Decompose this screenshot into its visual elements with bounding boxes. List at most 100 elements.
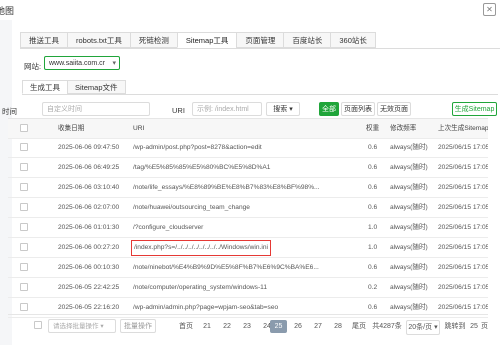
header-last-generated: 上次生成Sitemap时间 (438, 125, 488, 132)
row-frequency: always(随时) (390, 284, 428, 291)
pager-page[interactable]: 27 (309, 320, 327, 333)
page-unit: 页 (481, 323, 488, 330)
pager-total: 共4287条 (372, 323, 402, 330)
row-uri[interactable]: /?configure_cloudserver (133, 218, 361, 237)
tab-push[interactable]: 推送工具 (20, 32, 67, 48)
per-page-value: 20条/页 (408, 324, 433, 331)
close-icon[interactable]: ✕ (483, 3, 496, 16)
row-date: 2025-06-06 00:27:20 (58, 244, 120, 251)
time-range-input[interactable]: 自定义时间 (42, 102, 150, 116)
row-checkbox[interactable] (20, 243, 28, 251)
table-row: 2025-06-06 02:07:00 /note/huawei/outsour… (8, 198, 488, 218)
row-uri[interactable]: /wp-admin/post.php?post=8278&action=edit (133, 138, 361, 157)
table-row: 2025-06-06 06:49:25 /tag/%E5%85%85%E5%80… (8, 158, 488, 178)
row-last-generated: 2025/06/15 17:05:3 (438, 204, 488, 211)
row-frequency: always(随时) (390, 224, 428, 231)
pager-page[interactable]: 22 (218, 320, 236, 333)
subtab-sitemap-file[interactable]: Sitemap文件 (67, 80, 126, 94)
row-date: 2025-06-05 22:42:25 (58, 284, 120, 291)
batch-action-button[interactable]: 批量操作 (120, 319, 156, 333)
filter-all-button[interactable]: 全部 (319, 102, 339, 116)
row-date: 2025-06-06 09:47:50 (58, 144, 120, 151)
row-uri[interactable]: /note/computer/operating_system/windows-… (133, 278, 361, 297)
row-weight: 1.0 (368, 224, 378, 231)
row-frequency: always(随时) (390, 204, 428, 211)
chevron-down-icon: ▾ (434, 324, 438, 331)
row-checkbox[interactable] (20, 143, 28, 151)
row-last-generated: 2025/06/15 17:05:3 (438, 244, 488, 251)
pager-last[interactable]: 尾页 (350, 320, 368, 333)
header-uri: URI (133, 125, 145, 132)
header-weight: 权重 (366, 125, 380, 132)
tab-sitemap[interactable]: Sitemap工具 (176, 32, 237, 48)
table-footer: 请选择批量操作 ▾ 批量操作 首页 21 22 23 24 25 26 27 2… (8, 318, 488, 338)
subtab-divider (22, 94, 498, 95)
jump-input[interactable]: 25 (468, 320, 480, 333)
row-last-generated: 2025/06/15 17:05:3 (438, 164, 488, 171)
row-last-generated: 2025/06/15 17:05:3 (438, 144, 488, 151)
row-checkbox[interactable] (20, 283, 28, 291)
table-row-highlighted: 2025-06-06 00:27:20 /index.php?s=/../../… (8, 238, 488, 258)
pager-page[interactable]: 28 (329, 320, 347, 333)
row-date: 2025-06-06 02:07:00 (58, 204, 120, 211)
row-weight: 0.6 (368, 164, 378, 171)
pager-page[interactable]: 26 (289, 320, 307, 333)
sub-tabs: 生成工具 Sitemap文件 (22, 80, 126, 94)
per-page-select[interactable]: 20条/页 ▾ (406, 320, 440, 335)
row-checkbox[interactable] (20, 303, 28, 311)
row-frequency: always(随时) (390, 244, 428, 251)
row-checkbox[interactable] (20, 203, 28, 211)
pager-page-current[interactable]: 25 (270, 320, 287, 333)
row-last-generated: 2025/06/15 17:05:3 (438, 284, 488, 291)
window-titlebar: 地图 ✕ (0, 0, 500, 21)
filter-pages-button[interactable]: 页面列表 (341, 102, 375, 116)
pager-page[interactable]: 23 (238, 320, 256, 333)
generate-sitemap-button[interactable]: 生成Sitemap (452, 102, 497, 116)
table-header: 收集日期 URI 权重 修改频率 上次生成Sitemap时间 (8, 118, 488, 139)
row-uri[interactable]: /note/ninebot/%E4%B9%9D%E5%8F%B7%E6%9C%B… (133, 258, 361, 277)
table-row: 2025-06-06 01:01:30 /?configure_cloudser… (8, 218, 488, 238)
row-checkbox[interactable] (20, 223, 28, 231)
row-uri[interactable]: /note/huawei/outsourcing_team_change (133, 198, 361, 217)
row-date: 2025-06-06 03:10:40 (58, 184, 120, 191)
footer-select-all-checkbox[interactable] (34, 321, 42, 329)
row-checkbox[interactable] (20, 163, 28, 171)
tab-divider (20, 48, 500, 49)
uri-input[interactable]: 示例: /index.html (192, 102, 262, 116)
row-date: 2025-06-06 06:49:25 (58, 164, 120, 171)
row-checkbox[interactable] (20, 183, 28, 191)
table-row: 2025-06-05 22:42:25 /note/computer/opera… (8, 278, 488, 298)
time-label: 时间 (2, 107, 17, 116)
row-checkbox[interactable] (20, 263, 28, 271)
row-uri-highlighted[interactable]: /index.php?s=/../../../../../../../../Wi… (131, 240, 271, 256)
row-uri[interactable]: /tag/%E5%85%85%E5%80%BC%E5%8D%A1 (133, 158, 361, 177)
row-weight: 0.6 (368, 144, 378, 151)
pager-page[interactable]: 21 (198, 320, 216, 333)
tab-robots[interactable]: robots.txt工具 (67, 32, 130, 48)
row-weight: 0.6 (368, 264, 378, 271)
row-uri[interactable]: /note/life_essays/%E8%89%BE%E8%B7%83%E8%… (133, 178, 361, 197)
subtab-generate[interactable]: 生成工具 (22, 80, 67, 94)
row-frequency: always(随时) (390, 264, 428, 271)
tab-360[interactable]: 360站长 (330, 32, 376, 48)
table-row: 2025-06-06 00:10:30 /note/ninebot/%E4%B9… (8, 258, 488, 278)
table-row: 2025-06-06 09:47:50 /wp-admin/post.php?p… (8, 138, 488, 158)
site-select[interactable]: www.saiita.com.cr ▾ (44, 56, 120, 70)
tab-baidu[interactable]: 百度站长 (283, 32, 331, 48)
row-last-generated: 2025/06/15 17:05:3 (438, 224, 488, 231)
filter-invalid-button[interactable]: 无效页面 (377, 102, 411, 116)
pager-first[interactable]: 首页 (176, 320, 196, 333)
jump-label: 跳转到 (444, 323, 466, 330)
row-frequency: always(随时) (390, 164, 428, 171)
uri-label: URI (172, 106, 185, 115)
search-button[interactable]: 搜索 ▾ (266, 102, 300, 116)
select-all-checkbox[interactable] (20, 124, 28, 132)
tool-tabs: 推送工具 robots.txt工具 死链检测 Sitemap工具 页面管理 百度… (20, 32, 376, 48)
tab-deadlink[interactable]: 死链检测 (129, 32, 177, 48)
row-last-generated: 2025/06/15 17:05:3 (438, 264, 488, 271)
row-frequency: always(随时) (390, 184, 428, 191)
window-title: 地图 (0, 6, 15, 16)
table-row: 2025-06-06 03:10:40 /note/life_essays/%E… (8, 178, 488, 198)
tab-page-manage[interactable]: 页面管理 (236, 32, 284, 48)
batch-action-select[interactable]: 请选择批量操作 ▾ (48, 319, 116, 333)
